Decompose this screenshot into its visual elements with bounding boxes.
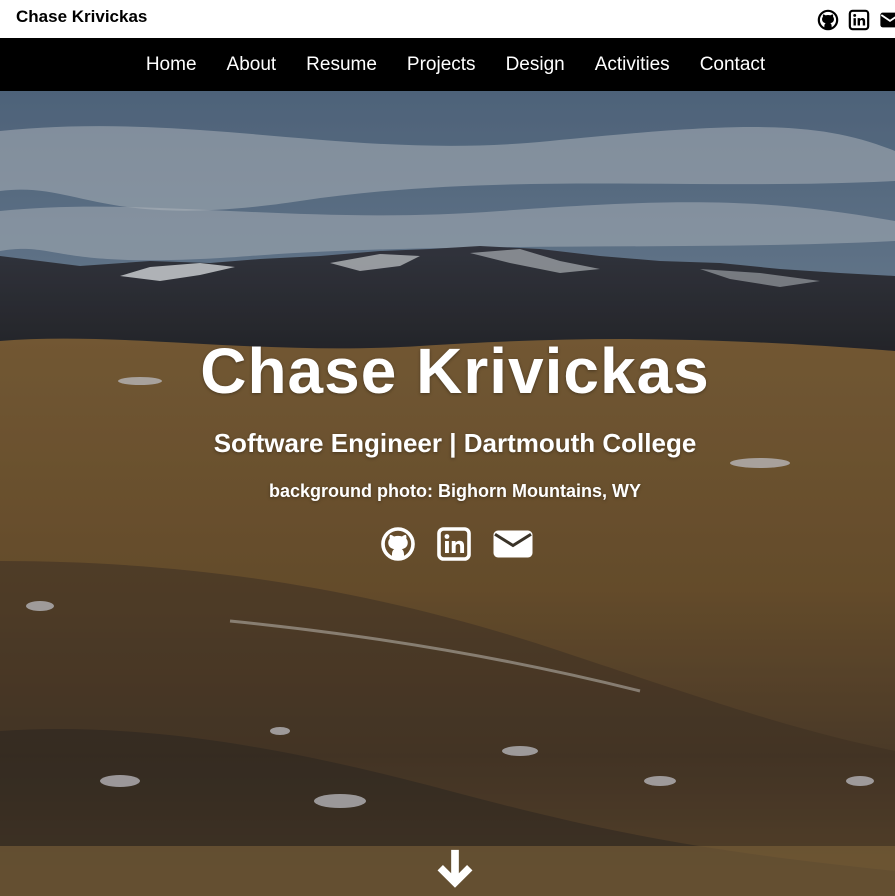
nav-resume[interactable]: Resume: [306, 54, 377, 76]
site-name[interactable]: Chase Krivickas: [16, 7, 147, 27]
github-icon[interactable]: [817, 9, 839, 31]
top-social-icons: [817, 9, 895, 31]
arrow-down-icon[interactable]: [432, 846, 478, 892]
nav-projects[interactable]: Projects: [407, 54, 476, 76]
main-nav: Home About Resume Projects Design Activi…: [0, 38, 895, 91]
hero-section: Chase Krivickas Software Engineer | Dart…: [0, 91, 895, 896]
linkedin-icon[interactable]: [436, 526, 472, 562]
nav-design[interactable]: Design: [506, 54, 565, 76]
nav-about[interactable]: About: [227, 54, 277, 76]
photo-caption: background photo: Bighorn Mountains, WY: [269, 481, 641, 501]
nav-home[interactable]: Home: [146, 54, 197, 76]
hero-title: Chase Krivickas: [200, 335, 710, 407]
github-icon[interactable]: [380, 526, 416, 562]
mail-icon[interactable]: [492, 526, 534, 562]
hero-social-icons: [380, 526, 534, 562]
top-bar: Chase Krivickas: [0, 0, 895, 38]
hero-subtitle: Software Engineer | Dartmouth College: [213, 428, 697, 458]
nav-contact[interactable]: Contact: [700, 54, 765, 76]
mail-icon[interactable]: [879, 9, 895, 31]
linkedin-icon[interactable]: [848, 9, 870, 31]
nav-activities[interactable]: Activities: [595, 54, 670, 76]
